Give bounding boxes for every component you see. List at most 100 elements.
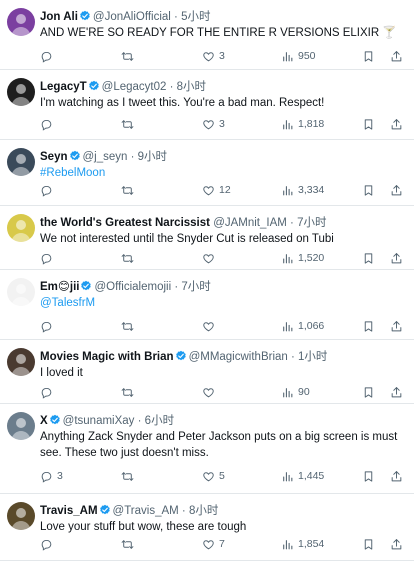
bookmark-button[interactable] [362, 384, 375, 400]
author-name[interactable]: the World's Greatest Narcissist [40, 217, 210, 229]
avatar[interactable] [7, 412, 35, 440]
share-button[interactable] [390, 384, 403, 400]
like-count: 3 [219, 50, 225, 62]
retweet-button[interactable] [121, 318, 138, 334]
like-icon [202, 320, 215, 333]
timestamp[interactable]: 1小时 [298, 351, 327, 363]
author-handle[interactable]: @Travis_AM [113, 505, 179, 517]
bookmark-button[interactable] [362, 116, 375, 132]
bookmark-button[interactable] [362, 468, 375, 484]
author-name[interactable]: Seyn [40, 151, 68, 163]
tweet-link[interactable]: #RebelMoon [40, 167, 105, 179]
tweet-reply[interactable]: Travis_AM @Travis_AM · 8小时 Love your stuff… [0, 494, 414, 561]
bookmark-button[interactable] [362, 250, 375, 266]
retweet-button[interactable] [121, 250, 138, 266]
avatar[interactable] [7, 502, 35, 530]
author-handle[interactable]: @Legacyt02 [102, 81, 167, 93]
tweet-reply[interactable]: Seyn @j_seyn · 9小时 #RebelMoon 12 3,334 [0, 140, 414, 206]
share-button[interactable] [390, 468, 403, 484]
timestamp[interactable]: 8小时 [189, 505, 218, 517]
reply-button[interactable] [40, 250, 57, 266]
like-button[interactable]: 3 [202, 116, 225, 132]
author-handle[interactable]: @tsunamiXay [63, 415, 135, 427]
views-button[interactable]: 1,520 [281, 250, 324, 266]
like-button[interactable]: 7 [202, 536, 225, 552]
reply-button[interactable] [40, 116, 57, 132]
reply-button[interactable] [40, 48, 57, 64]
like-icon [202, 50, 215, 63]
author-handle[interactable]: @JonAliOfficial [93, 11, 171, 23]
timestamp[interactable]: 7小时 [297, 217, 326, 229]
avatar[interactable] [7, 214, 35, 242]
like-button[interactable]: 12 [202, 182, 231, 198]
share-button[interactable] [390, 536, 403, 552]
bookmark-button[interactable] [362, 536, 375, 552]
avatar[interactable] [7, 348, 35, 376]
reply-button[interactable] [40, 536, 57, 552]
author-handle[interactable]: @MMagicwithBrian [189, 351, 288, 363]
retweet-button[interactable] [121, 48, 138, 64]
tweet-link[interactable]: @TalesfrM [40, 297, 95, 309]
views-button[interactable]: 1,818 [281, 116, 324, 132]
bookmark-button[interactable] [362, 318, 375, 334]
bookmark-button[interactable] [362, 48, 375, 64]
views-button[interactable]: 1,445 [281, 468, 324, 484]
author-name[interactable]: X [40, 415, 48, 427]
share-button[interactable] [390, 318, 403, 334]
timestamp[interactable]: 5小时 [181, 11, 210, 23]
reply-icon [40, 320, 53, 333]
tweet-text: I'm watching as I tweet this. You're a b… [40, 96, 406, 112]
bookmark-button[interactable] [362, 182, 375, 198]
views-button[interactable]: 950 [281, 48, 316, 64]
share-button[interactable] [390, 116, 403, 132]
author-handle[interactable]: @Officialemojii [94, 281, 171, 293]
avatar[interactable] [7, 8, 35, 36]
author-name[interactable]: Jon Ali [40, 11, 78, 23]
timestamp[interactable]: 6小时 [145, 415, 174, 427]
tweet-reply[interactable]: Jon Ali @JonAliOfficial · 5小时 AND WE'RE SO… [0, 0, 414, 70]
author-name[interactable]: Movies Magic with Brian [40, 351, 174, 363]
reply-button[interactable] [40, 182, 57, 198]
reply-button[interactable]: 3 [40, 468, 63, 484]
tweet-reply[interactable]: X @tsunamiXay · 6小时 Anything Zack Snyder a… [0, 404, 414, 494]
share-button[interactable] [390, 250, 403, 266]
retweet-icon [121, 184, 134, 197]
tweet-reply[interactable]: Em😊jii @Officialemojii · 7小时 @TalesfrM 1,06… [0, 270, 414, 340]
author-name[interactable]: Travis_AM [40, 505, 98, 517]
timestamp[interactable]: 8小时 [177, 81, 206, 93]
views-button[interactable]: 3,334 [281, 182, 324, 198]
tweet-header: X @tsunamiXay · 6小时 [40, 414, 408, 429]
like-icon [202, 386, 215, 399]
like-button[interactable] [202, 384, 219, 400]
like-button[interactable] [202, 250, 219, 266]
like-button[interactable]: 3 [202, 48, 225, 64]
views-button[interactable]: 90 [281, 384, 310, 400]
share-button[interactable] [390, 182, 403, 198]
timestamp[interactable]: 9小时 [138, 151, 167, 163]
retweet-button[interactable] [121, 182, 138, 198]
retweet-button[interactable] [121, 536, 138, 552]
timestamp[interactable]: 7小时 [181, 281, 210, 293]
retweet-button[interactable] [121, 384, 138, 400]
like-button[interactable] [202, 318, 219, 334]
tweet-reply[interactable]: the World's Greatest Narcissist @JAMnit_… [0, 206, 414, 270]
author-handle[interactable]: @JAMnit_IAM [213, 217, 287, 229]
reply-button[interactable] [40, 384, 57, 400]
separator-dot: · [178, 505, 189, 517]
retweet-button[interactable] [121, 468, 138, 484]
author-name[interactable]: Em😊jii [40, 281, 79, 293]
tweet-reply[interactable]: LegacyT @Legacyt02 · 8小时 I'm watching as I… [0, 70, 414, 140]
avatar[interactable] [7, 278, 35, 306]
tweet-reply[interactable]: Movies Magic with Brian @MMagicwithBrian … [0, 340, 414, 404]
author-handle[interactable]: @j_seyn [83, 151, 128, 163]
views-button[interactable]: 1,854 [281, 536, 324, 552]
retweet-button[interactable] [121, 116, 138, 132]
author-name[interactable]: LegacyT [40, 81, 87, 93]
avatar[interactable] [7, 78, 35, 106]
avatar[interactable] [7, 148, 35, 176]
like-button[interactable]: 5 [202, 468, 225, 484]
views-button[interactable]: 1,066 [281, 318, 324, 334]
tweet-text-content: We not interested until the Snyder Cut i… [40, 233, 334, 245]
share-button[interactable] [390, 48, 403, 64]
reply-button[interactable] [40, 318, 57, 334]
